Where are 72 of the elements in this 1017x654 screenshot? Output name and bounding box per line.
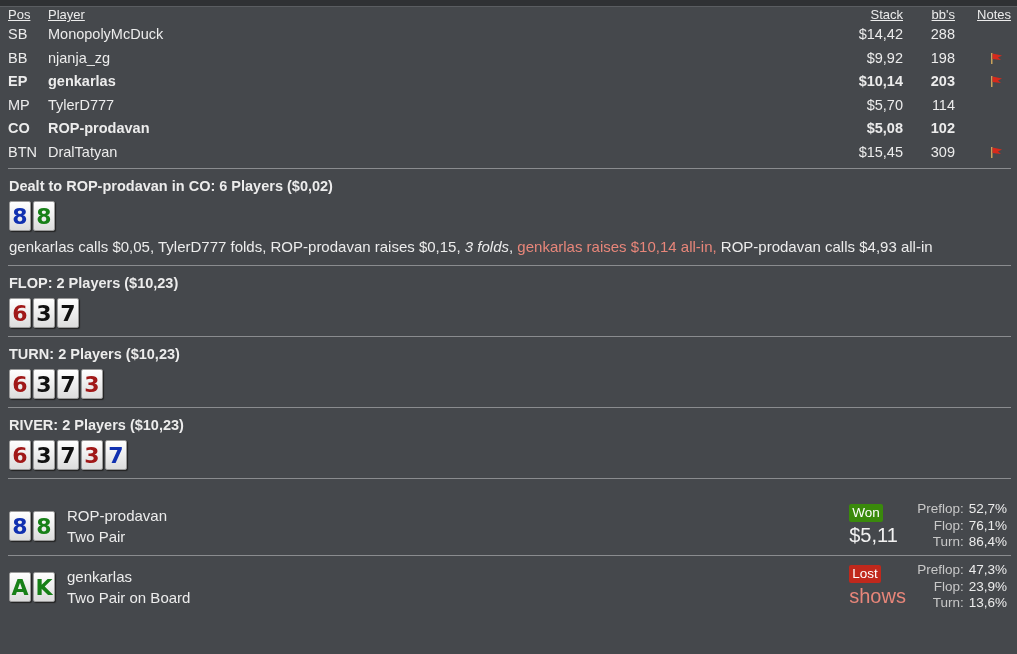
column-header[interactable]: Stack: [823, 7, 913, 23]
hand-rank: Two Pair: [67, 527, 127, 547]
table-cell-text: $10,14: [857, 72, 904, 91]
playing-card: 7: [57, 440, 79, 470]
table-cell-text: TylerD777: [48, 95, 116, 115]
table-cell-text: BTN: [8, 142, 38, 162]
column-header[interactable]: Player: [48, 7, 823, 23]
table-cell-text: MP: [8, 95, 31, 115]
table-cell-text: 102: [929, 119, 956, 138]
table-cell-text: 203: [929, 72, 956, 91]
equity-value: 76,1%: [968, 517, 1007, 535]
playing-card: 8: [9, 201, 31, 231]
column-header[interactable]: Pos: [8, 7, 48, 23]
action-log: genkarlas calls $0,05, TylerD777 folds, ROP-prodavan raises $0,15, 3 folds, genkarlas raises $10,14 all-in, ROP-prodavan calls $4,93 all-in: [9, 237, 934, 257]
hand-rank: Two Pair on Board: [67, 588, 192, 608]
playing-card: 3: [33, 440, 55, 470]
table-cell-text: $14,42: [857, 25, 904, 44]
equity-value: 13,6%: [968, 595, 1007, 612]
playing-card: 6: [9, 298, 31, 328]
equity-label: Turn:: [931, 595, 964, 612]
playing-card: K: [33, 572, 55, 602]
table-cell-text: BB: [8, 48, 29, 68]
table-cell-text: $5,70: [865, 95, 904, 115]
result-amount: shows: [849, 584, 906, 609]
playing-card: 8: [33, 201, 55, 231]
equity-label: Preflop:: [917, 501, 964, 518]
table-cell-text: 288: [929, 25, 956, 44]
playing-card: 8: [33, 511, 55, 541]
street-title: Dealt to ROP-prodavan in CO: 6 Players ($0,02): [9, 177, 334, 195]
player-name: genkarlas: [67, 567, 134, 587]
street-title: FLOP: 2 Players ($10,23): [9, 274, 180, 292]
table-cell-text: MonopolyMcDuck: [48, 25, 165, 44]
street-title: RIVER: 2 Players ($10,23): [9, 416, 185, 434]
result-badge: Won: [849, 504, 883, 522]
table-cell-text: $15,45: [857, 142, 904, 162]
table-cell-text: $5,08: [865, 119, 904, 138]
equity-label: Preflop:: [917, 562, 964, 579]
equity-label: Flop:: [932, 578, 964, 596]
table-cell-text: genkarlas: [48, 72, 117, 91]
playing-card: 3: [81, 440, 103, 470]
playing-card: 7: [57, 298, 79, 328]
playing-card: 7: [57, 369, 79, 399]
equity-label: Turn:: [931, 534, 964, 551]
playing-card: 3: [33, 298, 55, 328]
equity-value: 47,3%: [968, 562, 1007, 579]
playing-card: 7: [105, 440, 127, 470]
table-cell-text: $9,92: [865, 48, 904, 68]
playing-card: 6: [9, 440, 31, 470]
table-cell-text: CO: [8, 119, 31, 138]
playing-card: 3: [81, 369, 103, 399]
result-amount: $5,11: [849, 523, 898, 548]
player-name: ROP-prodavan: [67, 506, 169, 526]
playing-card: 3: [33, 369, 55, 399]
table-cell-text: 114: [930, 95, 956, 115]
table-cell-text: ROP-prodavan: [48, 119, 151, 138]
playing-card: 6: [9, 369, 31, 399]
table-cell-text: njanja_zg: [48, 48, 112, 68]
column-header[interactable]: bb's: [913, 7, 963, 23]
equity-label: Flop:: [932, 517, 964, 535]
table-cell-text: DralTatyan: [48, 142, 119, 162]
column-header[interactable]: Notes: [963, 7, 1011, 23]
equity-value: 86,4%: [968, 534, 1007, 551]
table-cell-text: 198: [929, 48, 956, 68]
street-title: TURN: 2 Players ($10,23): [9, 345, 181, 363]
result-badge: Lost: [849, 565, 881, 583]
playing-card: A: [9, 572, 31, 602]
table-cell-text: EP: [8, 72, 29, 91]
playing-card: 8: [9, 511, 31, 541]
equity-value: 52,7%: [968, 501, 1007, 518]
table-cell-text: 309: [929, 142, 956, 162]
table-cell-text: SB: [8, 25, 29, 44]
equity-value: 23,9%: [968, 578, 1007, 596]
